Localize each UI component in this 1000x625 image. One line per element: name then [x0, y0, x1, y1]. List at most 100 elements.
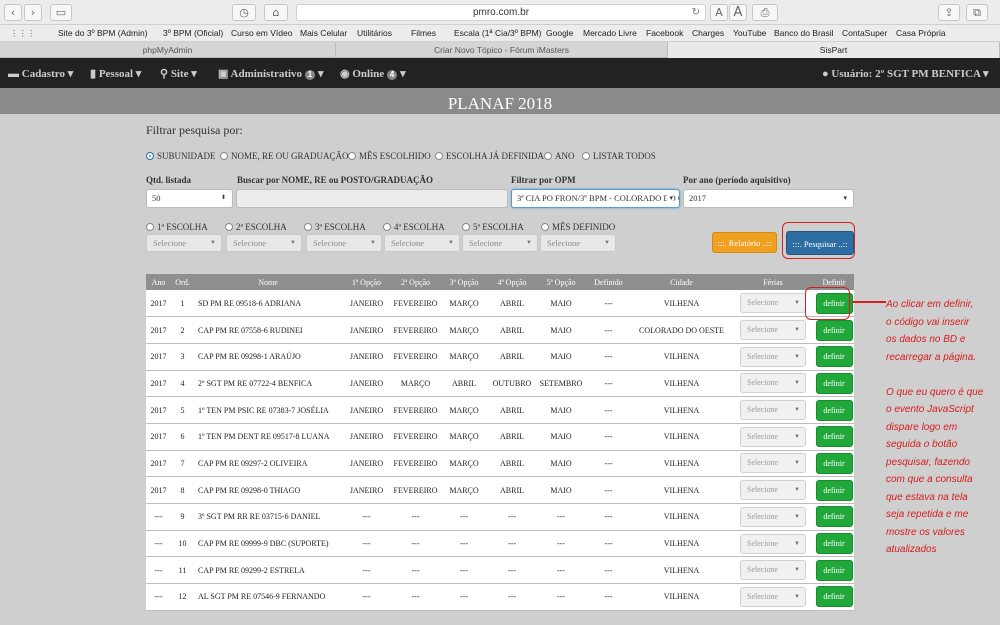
table-cell: --- [536, 556, 586, 585]
radio-ano[interactable]: ANO [544, 151, 575, 161]
search-input[interactable] [236, 189, 508, 208]
definir-button[interactable]: definir [815, 399, 853, 421]
ano-select[interactable]: 2017 ▾ [683, 189, 854, 208]
ferias-cell: Selecione ▼ [732, 530, 814, 558]
share-icon[interactable]: ⇪ [938, 4, 960, 21]
table-cell: VILHENA [631, 530, 732, 558]
choice-5-select[interactable]: Selecione ▼ [462, 234, 538, 252]
qtd-input[interactable]: 50 ⬍ [146, 189, 233, 208]
bookmark-item[interactable]: Facebook [646, 28, 683, 38]
relatorio-button[interactable]: :::. Relatório ..:: [712, 232, 777, 253]
table-row: 2017 3 CAP PM RE 09298-1 ARAÚJO JANEIRO FEVE… [146, 343, 854, 371]
definir-button[interactable]: definir [815, 559, 853, 581]
nav-user[interactable]: ● Usuário: 2º SGT PM BENFICA ▾ [822, 67, 989, 80]
ferias-select[interactable]: Selecione ▼ [740, 373, 806, 394]
table-cell: 2017 [146, 316, 171, 344]
back-icon[interactable]: ‹ [4, 4, 22, 21]
ferias-select[interactable]: Selecione ▼ [740, 586, 806, 607]
nav-site[interactable]: ⚲ Site ▾ [160, 67, 197, 80]
bookmark-item[interactable]: Escala (1ª Cia/3º BPM) [454, 28, 542, 38]
radio-nome[interactable]: NOME, RE OU GRADUAÇÃO [220, 151, 349, 161]
ferias-cell: Selecione ▼ [732, 503, 814, 531]
sidebar-icon[interactable]: ▭ [50, 4, 72, 21]
bookmark-item[interactable]: Curso em Vídeo [231, 28, 292, 38]
bookmark-item[interactable]: Charges [692, 28, 724, 38]
radio-choice-4[interactable]: 4ª ESCOLHA [383, 222, 445, 232]
bookmark-item[interactable]: 3º BPM (Oficial) [163, 28, 223, 38]
choice-4-select[interactable]: Selecione ▼ [384, 234, 460, 252]
ferias-select[interactable]: Selecione ▼ [740, 320, 806, 341]
nav-pessoal[interactable]: ▮ Pessoal ▾ [90, 67, 141, 80]
nav-online[interactable]: ◉ Online 4 ▾ [340, 67, 406, 80]
ferias-select[interactable]: Selecione ▼ [740, 453, 806, 474]
browser-tab[interactable]: Criar Novo Tópico - Fórum iMasters [336, 42, 668, 58]
ferias-select[interactable]: Selecione ▼ [740, 560, 806, 581]
forward-icon[interactable]: › [24, 4, 42, 21]
radio-choice-3[interactable]: 3ª ESCOLHA [304, 222, 366, 232]
nav-administrativo[interactable]: ▣ Administrativo 1 ▾ [218, 67, 324, 80]
definir-button[interactable]: definir [815, 452, 853, 474]
definir-button[interactable]: definir [815, 506, 853, 528]
address-bar[interactable]: pmro.com.br ↻ [296, 4, 706, 21]
bookmark-item[interactable]: Mais Celular [300, 28, 347, 38]
ferias-select[interactable]: Selecione ▼ [740, 346, 806, 367]
nav-cadastro[interactable]: ▬ Cadastro ▾ [8, 67, 73, 80]
radio-icon [225, 223, 233, 231]
radio-mes[interactable]: MÊS ESCOLHIDO [348, 151, 431, 161]
results-table: Ano Ord. Nome 1ª Opção 2ª Opção 3ª Opção… [146, 274, 854, 611]
definir-button[interactable]: definir [815, 426, 853, 448]
radio-mes-definido[interactable]: MÊS DEFINIDO [541, 222, 615, 232]
definir-button[interactable]: definir [815, 346, 853, 368]
definir-button[interactable]: definir [815, 372, 853, 394]
mes-definido-select[interactable]: Selecione ▼ [540, 234, 616, 252]
cell-name: CAP PM RE 09999-9 DBC (SUPORTE) [194, 530, 342, 558]
tabs-overview-icon[interactable]: ⧉ [966, 4, 988, 21]
ferias-select[interactable]: Selecione ▼ [740, 480, 806, 501]
definir-button[interactable]: definir [815, 479, 853, 501]
ferias-select[interactable]: Selecione ▼ [740, 293, 806, 314]
history-icon[interactable]: ◷ [232, 4, 256, 21]
bookmark-item[interactable]: Google [546, 28, 573, 38]
table-row: 2017 8 CAP PM RE 09298-0 THIAGO JANEIRO FEVE… [146, 476, 854, 504]
ferias-select[interactable]: Selecione ▼ [740, 533, 806, 554]
bookmark-item[interactable]: ContaSuper [842, 28, 887, 38]
radio-choice-5[interactable]: 5ª ESCOLHA [462, 222, 524, 232]
radio-choice-2[interactable]: 2ª ESCOLHA [225, 222, 287, 232]
opm-select[interactable]: 3ª CIA PO FRON/3º BPM - COLORADO DO OEST… [511, 189, 680, 208]
table-cell: --- [536, 583, 586, 611]
choice-2-select[interactable]: Selecione ▼ [226, 234, 302, 252]
bookmark-item[interactable]: Utilitários [357, 28, 392, 38]
home-icon[interactable]: ⌂ [264, 4, 288, 21]
definir-button[interactable]: definir [815, 533, 853, 555]
stepper-icon[interactable]: ⬍ [221, 190, 226, 207]
definir-button[interactable]: definir [815, 586, 853, 608]
browser-tab[interactable]: phpMyAdmin [0, 42, 336, 58]
ferias-select[interactable]: Selecione ▼ [740, 426, 806, 447]
bookmark-item[interactable]: Casa Própria [896, 28, 946, 38]
table-cell: 12 [171, 583, 194, 611]
print-icon[interactable]: ⎙ [752, 4, 778, 21]
grid-icon[interactable]: ⋮⋮⋮ [10, 28, 36, 39]
definir-button[interactable]: definir [815, 319, 853, 341]
nav-site-label: Site [170, 68, 189, 80]
radio-icon [541, 223, 549, 231]
browser-tab-active[interactable]: SisPart [668, 42, 1000, 58]
radio-choice-1[interactable]: 1ª ESCOLHA [146, 222, 208, 232]
reader-small-button[interactable]: A [710, 4, 728, 21]
ferias-select[interactable]: Selecione ▼ [740, 400, 806, 421]
bookmark-item[interactable]: Banco do Brasil [774, 28, 834, 38]
ferias-select[interactable]: Selecione ▼ [740, 506, 806, 527]
cell-name: 2º SGT PM RE 07722-4 BENFICA [194, 370, 342, 398]
bookmark-item[interactable]: Site do 3º BPM (Admin) [58, 28, 148, 38]
bookmark-item[interactable]: Mercado Livre [583, 28, 637, 38]
reader-large-button[interactable]: A [729, 4, 747, 21]
cell-name: 1º TEN PM PSIC RE 07383-7 JOSÉLIA [194, 396, 342, 424]
choice-1-select[interactable]: Selecione ▼ [146, 234, 222, 252]
radio-subunidade[interactable]: SUBUNIDADE [146, 151, 216, 161]
radio-escolha[interactable]: ESCOLHA JÁ DEFINIDA [435, 151, 544, 161]
radio-listar[interactable]: LISTAR TODOS [582, 151, 656, 161]
choice-3-select[interactable]: Selecione ▼ [306, 234, 382, 252]
reload-icon[interactable]: ↻ [692, 5, 700, 20]
bookmark-item[interactable]: YouTube [733, 28, 766, 38]
bookmark-item[interactable]: Filmes [411, 28, 436, 38]
